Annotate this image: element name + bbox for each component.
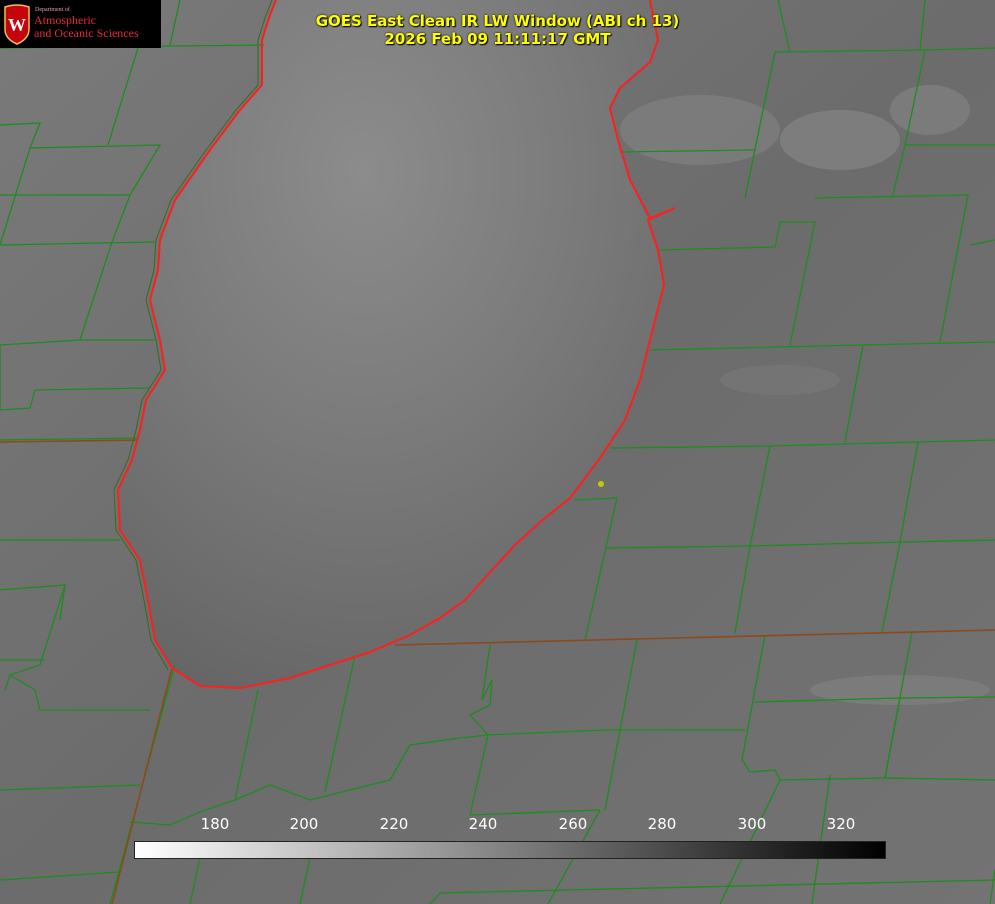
location-marker (598, 481, 604, 487)
uw-crest-icon: W (4, 4, 30, 45)
colorbar-tick-label: 280 (647, 815, 677, 833)
colorbar-tick-label: 320 (826, 815, 856, 833)
image-title: GOES East Clean IR LW Window (ABI ch 13) (315, 12, 680, 30)
crest-letter: W (8, 15, 26, 35)
logo-title-line2: and Oceanic Sciences (34, 26, 139, 40)
satellite-map (0, 0, 995, 904)
uw-aos-logo: W Department of Atmospheric and Oceanic … (0, 0, 161, 48)
colorbar-tick-label: 240 (468, 815, 498, 833)
colorbar-tick-label: 300 (737, 815, 767, 833)
colorbar-tick-label: 200 (289, 815, 319, 833)
colorbar-tick-label: 180 (200, 815, 230, 833)
temperature-colorbar (134, 841, 886, 859)
colorbar-tick-label: 260 (558, 815, 588, 833)
colorbar-tick-label: 220 (379, 815, 409, 833)
image-timestamp: 2026 Feb 09 11:11:17 GMT (384, 30, 611, 48)
